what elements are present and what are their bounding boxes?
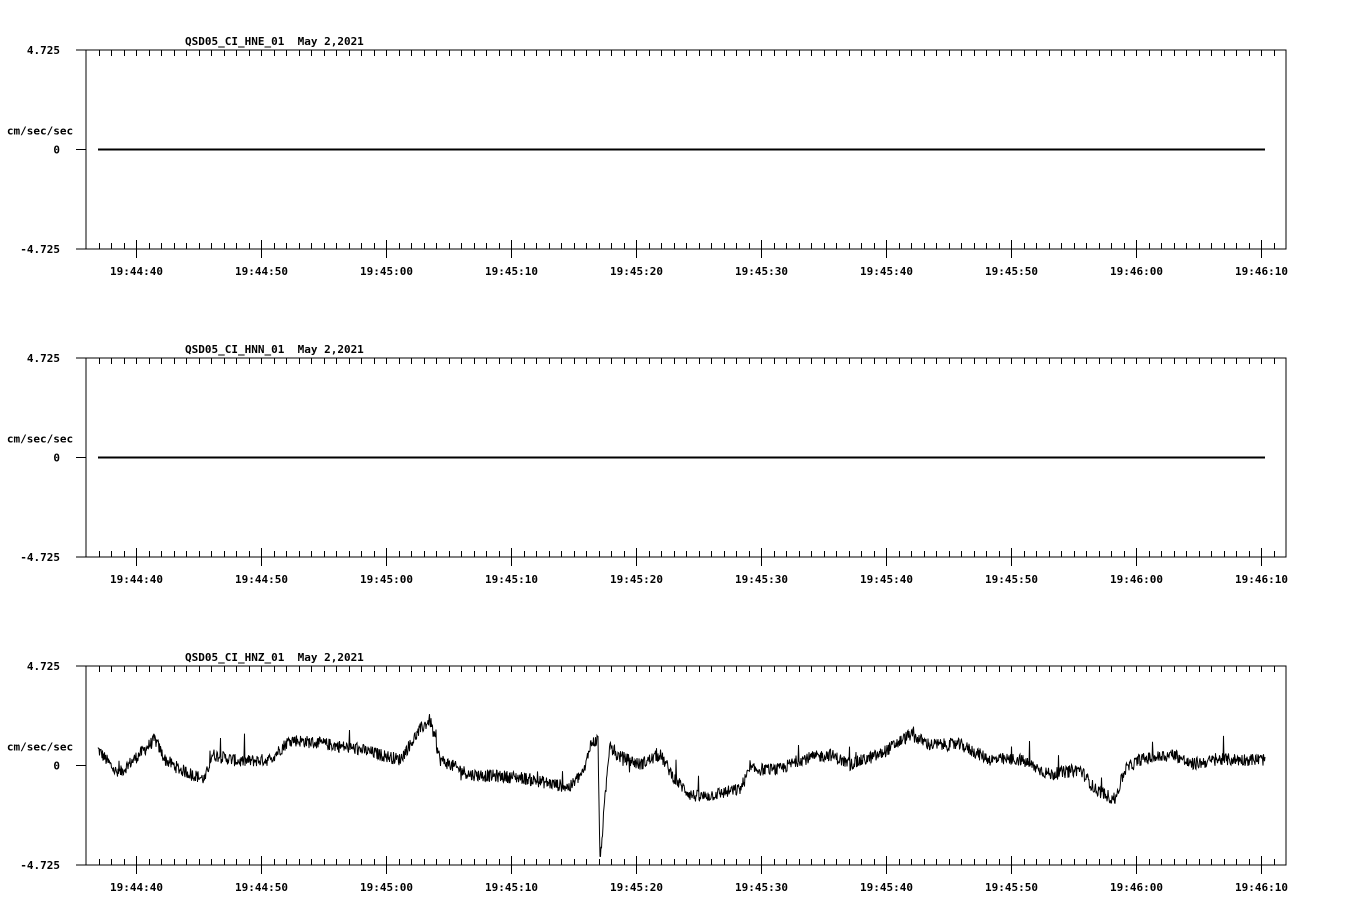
x-tick-label: 19:45:20 bbox=[610, 573, 663, 586]
x-tick-label: 19:45:10 bbox=[485, 881, 538, 894]
x-tick-label: 19:45:20 bbox=[610, 881, 663, 894]
x-tick-label: 19:44:50 bbox=[235, 573, 288, 586]
y-axis-label: cm/sec/sec bbox=[7, 125, 73, 138]
x-tick-label: 19:45:50 bbox=[985, 881, 1038, 894]
x-tick-label: 19:46:10 bbox=[1235, 881, 1288, 894]
trace-line bbox=[97, 714, 1266, 858]
x-tick-label: 19:45:00 bbox=[360, 881, 413, 894]
panel-3: QSD05_CI_HNZ_01 May 2,2021 4.725 0 -4.725 cm… bbox=[7, 651, 1288, 894]
y-tick-label: 0 bbox=[53, 760, 60, 773]
x-tick-label: 19:45:50 bbox=[985, 265, 1038, 278]
y-tick-label: 4.725 bbox=[27, 660, 60, 673]
y-axis-label: cm/sec/sec bbox=[7, 741, 73, 754]
x-tick-label: 19:45:00 bbox=[360, 265, 413, 278]
seismogram-chart: QSD05_CI_HNE_01 May 2,2021 4.725 0 -4.725 cm… bbox=[7, 35, 1288, 894]
x-tick-label: 19:44:50 bbox=[235, 265, 288, 278]
y-tick-label: -4.725 bbox=[20, 243, 60, 256]
x-tick-label: 19:44:40 bbox=[110, 265, 163, 278]
x-tick-label: 19:46:00 bbox=[1110, 573, 1163, 586]
panel-1: QSD05_CI_HNE_01 May 2,2021 4.725 0 -4.725 cm… bbox=[7, 35, 1288, 278]
x-tick-label: 19:45:50 bbox=[985, 573, 1038, 586]
x-tick-label: 19:45:20 bbox=[610, 265, 663, 278]
x-tick-label: 19:45:30 bbox=[735, 265, 788, 278]
x-tick-label: 19:46:00 bbox=[1110, 265, 1163, 278]
panel-title: QSD05_CI_HNE_01 May 2,2021 bbox=[185, 35, 364, 48]
x-tick-label: 19:45:10 bbox=[485, 573, 538, 586]
panel-title: QSD05_CI_HNN_01 May 2,2021 bbox=[185, 343, 364, 356]
x-tick-label: 19:45:40 bbox=[860, 573, 913, 586]
x-tick-label: 19:44:40 bbox=[110, 881, 163, 894]
y-tick-label: 0 bbox=[53, 452, 60, 465]
x-tick-label: 19:45:30 bbox=[735, 573, 788, 586]
plot-frame bbox=[76, 665, 1287, 866]
y-tick-label: 4.725 bbox=[27, 44, 60, 57]
minor-ticks bbox=[99, 666, 1275, 865]
panel-title: QSD05_CI_HNZ_01 May 2,2021 bbox=[185, 651, 364, 664]
x-tick-label: 19:46:10 bbox=[1235, 573, 1288, 586]
x-tick-label: 19:45:40 bbox=[860, 881, 913, 894]
y-tick-label: -4.725 bbox=[20, 551, 60, 564]
y-tick-label: -4.725 bbox=[20, 859, 60, 872]
x-tick-label: 19:46:10 bbox=[1235, 265, 1288, 278]
x-tick-label: 19:45:30 bbox=[735, 881, 788, 894]
x-tick-label: 19:45:00 bbox=[360, 573, 413, 586]
x-tick-label: 19:44:40 bbox=[110, 573, 163, 586]
x-tick-label: 19:45:10 bbox=[485, 265, 538, 278]
y-tick-label: 0 bbox=[53, 144, 60, 157]
x-tick-label: 19:45:40 bbox=[860, 265, 913, 278]
x-tick-label: 19:46:00 bbox=[1110, 881, 1163, 894]
y-axis-label: cm/sec/sec bbox=[7, 433, 73, 446]
y-tick-label: 4.725 bbox=[27, 352, 60, 365]
x-tick-label: 19:44:50 bbox=[235, 881, 288, 894]
panel-2: QSD05_CI_HNN_01 May 2,2021 4.725 0 -4.725 cm… bbox=[7, 343, 1288, 586]
